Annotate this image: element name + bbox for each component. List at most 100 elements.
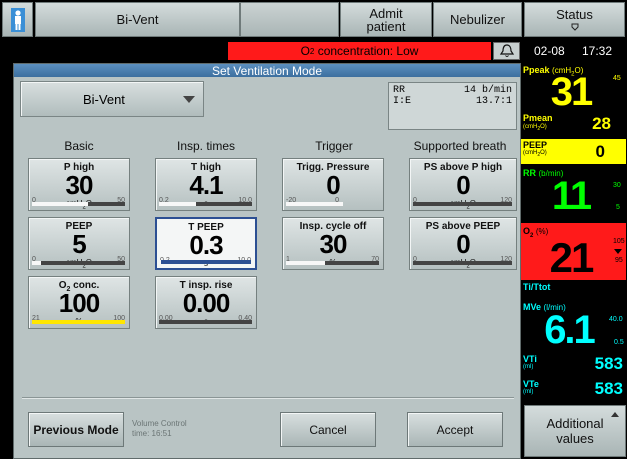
divider	[22, 397, 514, 399]
alarm-message[interactable]: O2 concentration: Low	[228, 42, 491, 60]
param-slider-fill	[160, 260, 161, 264]
param-slider	[159, 320, 252, 324]
previous-mode-button[interactable]: Previous Mode	[28, 412, 124, 447]
additional-values-label: Additional values	[546, 416, 604, 446]
param-value: 5	[72, 229, 86, 259]
monitor-panel: Ppeak (cmH2O) 45 31 Pmean (cmH2O) 28 PEE…	[521, 62, 627, 459]
cancel-button[interactable]: Cancel	[280, 412, 376, 447]
param-value: 30	[319, 229, 348, 259]
status-label: Status	[556, 6, 593, 22]
param-slider	[160, 260, 251, 264]
o2-value: 21	[549, 234, 595, 281]
peep-panel: PEEP (cmH2O) 0	[521, 139, 626, 164]
param-slider-fill	[32, 202, 88, 206]
param-slider-fill	[286, 202, 343, 206]
column-header-trigger: Trigger	[315, 139, 353, 153]
param-slider-fill	[32, 261, 42, 265]
param-insp-cycle-off[interactable]: Insp. cycle off 30 % 1 70	[282, 217, 384, 270]
o2-arrow-icon	[614, 249, 622, 254]
mode-dropdown[interactable]: Bi-Vent	[20, 81, 204, 117]
alarm-text-prefix: O	[300, 44, 310, 58]
vte-label: VTe (ml)	[523, 380, 539, 396]
column-header-supported-breath: Supported breath	[413, 139, 507, 153]
date-display: 02-08	[534, 44, 565, 58]
param-slider-fill	[32, 320, 125, 324]
nebulizer-button[interactable]: Nebulizer	[433, 2, 522, 37]
column-header-insp-times: Insp. times	[176, 139, 236, 153]
previous-mode-time: time: 16:51	[132, 429, 172, 438]
ppeak-limit: 45	[613, 75, 621, 82]
mode-info-box: RR 14 b/min I:E 13.7:1	[388, 82, 517, 130]
alarm-silence-button[interactable]	[493, 42, 520, 60]
param-value: 0	[326, 170, 340, 200]
param-o2-conc[interactable]: O2 conc. 100 % 21 100	[28, 276, 130, 329]
info-value-ie: 13.7:1	[475, 96, 512, 107]
param-slider	[413, 202, 512, 206]
previous-mode-label: Previous Mode	[33, 422, 119, 437]
peep-value: 0	[595, 142, 605, 161]
pmean-unit: (cmH2O)	[523, 124, 547, 133]
param-ps-above-peep[interactable]: PS above PEEP 0 cmH2O 0 120	[409, 217, 517, 270]
o2-panel[interactable]: O2 (%) 105 95 21	[521, 223, 626, 281]
vte-value: 583	[594, 379, 623, 398]
pmean-label: Pmean (cmH2O)	[523, 114, 553, 134]
info-value-rr: 14 b/min	[463, 85, 512, 96]
o2-label-text: O2	[523, 226, 534, 239]
param-slider	[32, 320, 125, 324]
param-trigg-pressure[interactable]: Trigg. Pressure 0 -20 0	[282, 158, 384, 211]
info-row-ie: I:E 13.7:1	[393, 96, 512, 107]
mve-upper-limit: 40.0	[609, 316, 623, 323]
param-slider-fill	[286, 261, 326, 265]
param-slider	[32, 202, 125, 206]
column-header-basic: Basic	[64, 139, 94, 153]
pmean-label-text: Pmean	[523, 113, 553, 123]
vti-unit: (ml)	[523, 364, 534, 370]
param-slider-fill	[159, 202, 197, 206]
ppeak-value: 31	[550, 70, 594, 114]
previous-mode-name: Volume Control	[132, 419, 187, 428]
admit-patient-button[interactable]: Admit patient	[340, 2, 432, 37]
dialog-title: Set Ventilation Mode	[14, 63, 520, 78]
param-peep[interactable]: PEEP 5 cmH2O 0 50	[28, 217, 130, 270]
accept-label: Accept	[436, 422, 474, 437]
param-p-high[interactable]: P high 30 cmH2O 0 50	[28, 158, 130, 211]
param-t-peep[interactable]: T PEEP 0.3 s 0.2 10.0	[155, 217, 257, 270]
param-slider	[286, 202, 343, 206]
peep-unit: (cmH2O)	[523, 150, 547, 159]
additional-values-button[interactable]: Additional values	[524, 405, 626, 457]
ventilator-icon	[571, 23, 578, 31]
param-ps-above-p-high[interactable]: PS above P high 0 cmH2O 0 120	[409, 158, 517, 211]
ti-ttot-label: Ti/Ttot	[523, 282, 551, 292]
param-slider	[159, 202, 252, 206]
set-ventilation-mode-dialog: Set Ventilation Mode Bi-Vent RR 14 b/min…	[13, 63, 521, 459]
param-value: 30	[65, 170, 94, 200]
chevron-up-icon	[611, 412, 619, 417]
rr-label-text: RR	[523, 168, 536, 178]
vti-label: VTi (ml)	[523, 355, 537, 371]
nebulizer-label: Nebulizer	[450, 12, 505, 27]
vti-value: 583	[594, 354, 623, 373]
dialog-title-text: Set Ventilation Mode	[211, 63, 323, 78]
vte-unit: (ml)	[523, 389, 534, 395]
o2-upper-limit: 105	[613, 238, 625, 245]
param-slider	[32, 261, 125, 265]
rr-lower-limit: 5	[616, 204, 620, 211]
param-slider	[286, 261, 379, 265]
alarm-text-suffix: concentration: Low	[314, 44, 419, 58]
cancel-label: Cancel	[309, 422, 347, 437]
admit-patient-label: Admit patient	[366, 5, 406, 34]
accept-button[interactable]: Accept	[407, 412, 503, 447]
peep-label-text: PEEP	[523, 140, 548, 150]
param-t-high[interactable]: T high 4.1 s 0.2 10.0	[155, 158, 257, 211]
mode-button-label: Bi-Vent	[116, 12, 159, 27]
info-label-rr: RR	[393, 85, 406, 96]
o2-lower-limit: 95	[615, 257, 623, 264]
status-button[interactable]: Status	[524, 2, 625, 37]
time-display: 17:32	[582, 44, 613, 58]
patient-button[interactable]	[2, 2, 33, 37]
mode-dropdown-value: Bi-Vent	[83, 91, 125, 107]
param-t-insp-rise[interactable]: T insp. rise 0.00 s 0.00 0.40	[155, 276, 257, 329]
mve-value: 6.1	[544, 308, 596, 352]
peep-label: PEEP (cmH2O)	[523, 141, 547, 159]
mode-button[interactable]: Bi-Vent	[35, 2, 240, 37]
